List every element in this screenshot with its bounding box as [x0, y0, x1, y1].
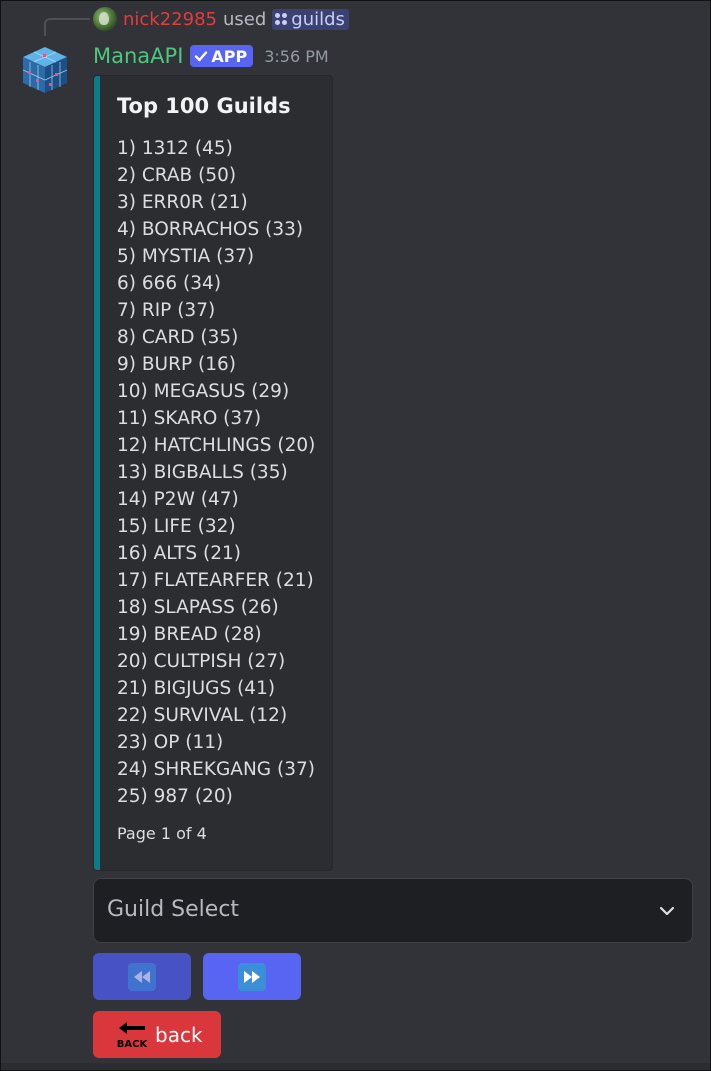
guild-rank-entry: 16) ALTS (21): [117, 543, 241, 564]
message-header: ManaAPI APP 3:56 PM: [93, 42, 329, 70]
verified-check-icon: [195, 51, 208, 62]
guild-rank-entry: 19) BREAD (28): [117, 624, 262, 645]
message-view: nick22985 used guilds ManaAPI APP 3:56 P…: [0, 0, 711, 1071]
chat-input-edge: [1, 1063, 710, 1070]
fast-forward-icon: [238, 962, 266, 991]
message-timestamp[interactable]: 3:56 PM: [264, 47, 328, 66]
guild-rank-entry: 6) 666 (34): [117, 273, 222, 294]
guild-select-dropdown[interactable]: Guild Select: [93, 878, 693, 943]
guild-rank-entry: 20) CULTPISH (27): [117, 651, 286, 672]
reply-used-text: used: [223, 8, 267, 30]
guild-rank-entry: 8) CARD (35): [117, 327, 239, 348]
chevron-down-icon: [659, 906, 675, 916]
guild-rank-entry: 2) CRAB (50): [117, 165, 237, 186]
back-button[interactable]: BACK back: [93, 1011, 221, 1058]
guild-rank-entry: 25) 987 (20): [117, 786, 233, 807]
author-name[interactable]: ManaAPI: [93, 44, 183, 68]
reply-connector: [44, 18, 90, 36]
guild-rank-entry: 18) SLAPASS (26): [117, 597, 279, 618]
rewind-icon: [128, 962, 156, 991]
guild-rank-entry: 13) BIGBALLS (35): [117, 462, 288, 483]
command-mention[interactable]: guilds: [272, 8, 349, 30]
guild-rank-entry: 4) BORRACHOS (33): [117, 219, 304, 240]
guild-rank-entry: 24) SHREKGANG (37): [117, 759, 315, 780]
bot-avatar[interactable]: [19, 43, 71, 95]
guild-ranking-list: 1) 1312 (45) 2) CRAB (50) 3) ERR0R (21) 4) …: [117, 135, 315, 810]
back-button-label: back: [155, 1022, 203, 1047]
guild-rank-entry: 5) MYSTIA (37): [117, 246, 255, 267]
guild-rank-entry: 12) HATCHLINGS (20): [117, 435, 316, 456]
guild-rank-entry: 21) BIGJUGS (41): [117, 678, 276, 699]
guild-rank-entry: 9) BURP (16): [117, 354, 236, 375]
embed-accent-bar: [94, 76, 100, 870]
app-badge: APP: [190, 45, 254, 67]
guild-select-placeholder: Guild Select: [107, 897, 240, 922]
slash-command-icon: [275, 13, 288, 25]
command-name: guilds: [291, 8, 345, 30]
app-badge-label: APP: [211, 46, 248, 66]
guild-rank-entry: 23) OP (11): [117, 732, 224, 753]
guild-rank-entry: 14) P2W (47): [117, 489, 239, 510]
guild-rank-entry: 17) FLATEARFER (21): [117, 570, 314, 591]
back-emoji-text: BACK: [117, 1039, 148, 1050]
previous-page-button[interactable]: [93, 953, 191, 1000]
guild-rank-entry: 11) SKARO (37): [117, 408, 262, 429]
next-page-button[interactable]: [203, 953, 301, 1000]
back-arrow-icon: BACK: [117, 1019, 149, 1051]
reply-user-avatar[interactable]: [93, 7, 117, 31]
reply-reference[interactable]: nick22985 used guilds: [93, 6, 349, 32]
guild-rank-entry: 3) ERR0R (21): [117, 192, 248, 213]
guild-rank-entry: 22) SURVIVAL (12): [117, 705, 288, 726]
embed-footer: Page 1 of 4: [117, 824, 207, 843]
guild-rank-entry: 7) RIP (37): [117, 300, 216, 321]
reply-username[interactable]: nick22985: [123, 9, 217, 30]
guild-rank-entry: 1) 1312 (45): [117, 138, 233, 159]
guilds-embed: Top 100 Guilds 1) 1312 (45) 2) CRAB (50) 3…: [93, 75, 333, 871]
embed-title: Top 100 Guilds: [117, 94, 291, 118]
guild-rank-entry: 10) MEGASUS (29): [117, 381, 290, 402]
guild-rank-entry: 15) LIFE (32): [117, 516, 236, 537]
